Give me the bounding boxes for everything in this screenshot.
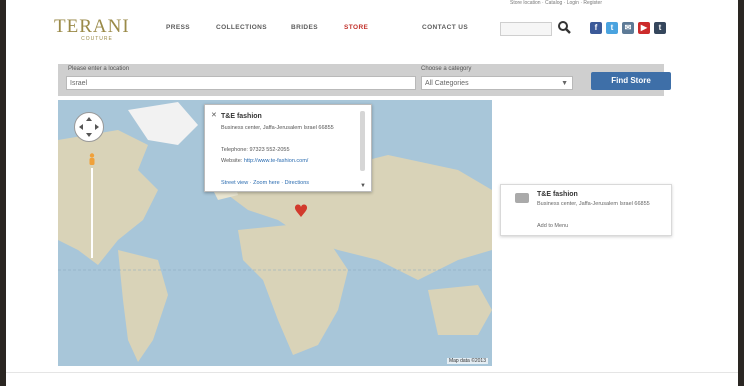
- info-website-link[interactable]: http://www.te-fashion.com/: [244, 158, 309, 164]
- info-address: Business center, Jaffa-Jerusalem Israel …: [221, 125, 334, 131]
- site-search-input[interactable]: [500, 22, 552, 36]
- search-icon[interactable]: [557, 20, 571, 34]
- info-links[interactable]: Street view · Zoom here · Directions: [221, 180, 309, 186]
- store-locator-filter-bar: Please enter a location Israel Choose a …: [58, 64, 671, 96]
- result-address: Business center, Jaffa-Jerusalem Israel …: [537, 201, 650, 207]
- chevron-down-icon[interactable]: ▼: [360, 183, 366, 189]
- twitter-icon[interactable]: t: [606, 22, 618, 34]
- location-value: Israel: [70, 80, 88, 87]
- brand-logo[interactable]: TERANI COUTURE: [54, 16, 140, 46]
- zoom-slider[interactable]: [91, 168, 93, 258]
- result-more-link[interactable]: Add to Menu: [537, 223, 568, 229]
- info-phone: Telephone: 97323 552-2055: [221, 147, 290, 153]
- info-store-name: T&E fashion: [221, 113, 262, 120]
- store-result-card[interactable]: T&E fashion Business center, Jaffa-Jerus…: [500, 184, 672, 236]
- email-icon[interactable]: ✉: [622, 22, 634, 34]
- info-scrollbar[interactable]: [360, 111, 365, 171]
- browser-page: Store location · Catalog · Login · Regis…: [6, 0, 738, 386]
- store-info-window: ✕ T&E fashion Business center, Jaffa-Jer…: [204, 104, 372, 192]
- result-store-name: T&E fashion: [537, 191, 578, 198]
- location-label: Please enter a location: [68, 66, 130, 72]
- map-credit: Map data ©2013: [446, 358, 488, 364]
- pegman-icon[interactable]: [88, 152, 96, 165]
- map-marker-icon[interactable]: [294, 204, 308, 218]
- find-store-button[interactable]: Find Store: [591, 72, 671, 90]
- footer-divider: [6, 372, 738, 373]
- info-website-label: Website:: [221, 158, 243, 164]
- category-select[interactable]: All Categories ▼: [421, 76, 573, 90]
- nav-store[interactable]: STORE: [344, 24, 368, 31]
- close-icon[interactable]: ✕: [211, 111, 217, 119]
- location-input[interactable]: Israel: [66, 76, 416, 90]
- logo-text: TERANI: [54, 16, 130, 37]
- nav-contact[interactable]: CONTACT US: [422, 24, 468, 31]
- header: Store location · Catalog · Login · Regis…: [6, 0, 738, 62]
- chevron-down-icon: ▼: [561, 80, 568, 87]
- nav-collections[interactable]: COLLECTIONS: [216, 24, 267, 31]
- youtube-icon[interactable]: ▶: [638, 22, 650, 34]
- store-map[interactable]: ✕ T&E fashion Business center, Jaffa-Jer…: [58, 100, 492, 366]
- pan-control-icon[interactable]: [74, 112, 104, 142]
- top-utility-links[interactable]: Store location · Catalog · Login · Regis…: [510, 0, 602, 6]
- category-value: All Categories: [425, 80, 469, 87]
- info-website: Website: http://www.te-fashion.com/: [221, 158, 341, 165]
- nav-press[interactable]: PRESS: [166, 24, 190, 31]
- facebook-icon[interactable]: f: [590, 22, 602, 34]
- store-icon: [515, 193, 529, 203]
- tumblr-icon[interactable]: t: [654, 22, 666, 34]
- category-label: Choose a category: [421, 66, 472, 72]
- nav-brides[interactable]: BRIDES: [291, 24, 318, 31]
